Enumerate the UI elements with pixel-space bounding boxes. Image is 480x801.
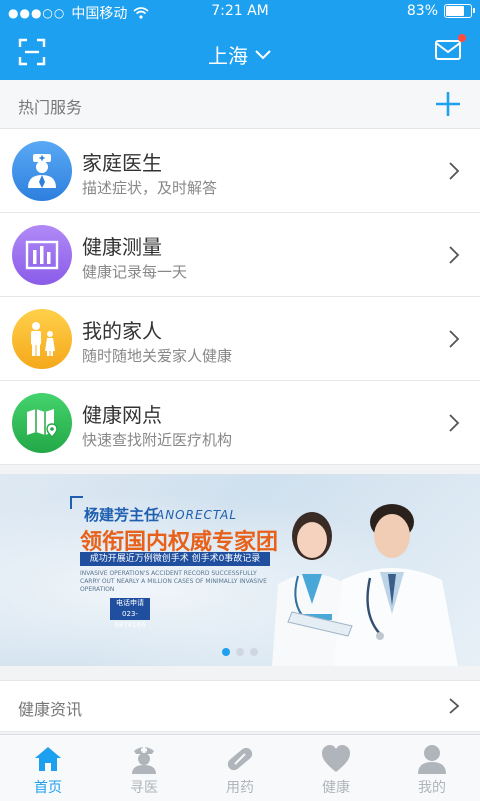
tab-medication[interactable]: 用药	[192, 735, 288, 801]
service-name: 健康网点	[82, 403, 162, 427]
hot-services-title: 热门服务	[18, 98, 83, 117]
chevron-right-icon	[449, 414, 460, 432]
tab-label: 健康	[322, 780, 350, 796]
hot-services-header: 热门服务	[0, 80, 480, 129]
banner-phone-label: 电话申请	[116, 599, 144, 607]
banner-stripe: 成功开展近万例微创手术 创手术0事故记录	[80, 552, 270, 566]
service-name: 我的家人	[82, 319, 162, 343]
doctor-icon	[12, 141, 72, 201]
service-desc: 健康记录每一天	[82, 263, 188, 281]
banner-pager	[222, 648, 258, 656]
banner-phone-number: 023-6878166	[114, 610, 146, 629]
plus-icon[interactable]	[434, 90, 462, 118]
pager-dot[interactable]	[250, 648, 258, 656]
promo-banner[interactable]: 杨建芳主任 ANORECTAL 领衔国内权威专家团 成功开展近万例微创手术 创手…	[0, 474, 480, 666]
service-desc: 描述症状，及时解答	[82, 179, 218, 197]
pager-dot[interactable]	[222, 648, 230, 656]
service-name: 家庭医生	[82, 151, 162, 175]
service-item-family-doctor[interactable]: 家庭医生 描述症状，及时解答	[0, 129, 480, 213]
chevron-right-icon	[449, 698, 460, 714]
battery-group: 83%	[406, 3, 475, 19]
tab-mine[interactable]: 我的	[384, 735, 480, 801]
nav-bar: 上海	[0, 28, 480, 76]
pager-dot[interactable]	[236, 648, 244, 656]
tab-label: 我的	[418, 780, 446, 796]
doctors-illustration	[272, 504, 458, 666]
mail-icon	[435, 40, 461, 60]
pill-icon	[227, 747, 253, 771]
chevron-right-icon	[449, 246, 460, 264]
service-item-health-outlets[interactable]: 健康网点 快速查找附近医疗机构	[0, 381, 480, 465]
battery-percent: 83%	[406, 3, 438, 19]
health-news-row[interactable]: 健康资讯	[0, 680, 480, 732]
tab-health[interactable]: 健康	[288, 735, 384, 801]
nurse-icon	[132, 747, 156, 774]
heart-icon	[322, 745, 350, 772]
banner-small-text: INVASIVE OPERATION'S ACCIDENT RECORD SUC…	[80, 570, 267, 593]
service-desc: 随时随地关爱家人健康	[82, 347, 233, 365]
chart-icon	[12, 225, 72, 285]
app-header: ●●●○○ 中国移动 7:21 AM 83% 上海	[0, 0, 480, 80]
family-icon	[12, 309, 72, 369]
city-selector[interactable]: 上海	[0, 40, 480, 69]
map-icon	[12, 393, 72, 453]
battery-icon	[444, 4, 475, 18]
user-icon	[418, 745, 446, 774]
tab-label: 寻医	[130, 780, 158, 796]
tab-home[interactable]: 首页	[0, 735, 96, 801]
banner-english-title: ANORECTAL	[156, 508, 238, 522]
banner-doctor-name: 杨建芳主任	[84, 506, 160, 524]
unread-badge	[458, 34, 466, 42]
tab-label: 首页	[34, 780, 62, 796]
chevron-down-icon	[255, 49, 271, 59]
service-desc: 快速查找附近医疗机构	[82, 431, 233, 449]
banner-phone: 电话申请 023-6878166	[110, 598, 150, 629]
tab-label: 用药	[226, 780, 254, 796]
status-bar: ●●●○○ 中国移动 7:21 AM 83%	[0, 0, 480, 24]
city-name: 上海	[208, 44, 248, 68]
tab-find-doctor[interactable]: 寻医	[96, 735, 192, 801]
home-icon	[35, 747, 61, 771]
messages-button[interactable]	[434, 34, 466, 62]
banner-corner-mark	[70, 496, 83, 509]
health-news-title: 健康资讯	[18, 700, 83, 719]
service-item-my-family[interactable]: 我的家人 随时随地关爱家人健康	[0, 297, 480, 381]
tab-bar: 首页 寻医 用药 健康 我的	[0, 734, 480, 801]
battery-fill	[446, 6, 464, 16]
chevron-right-icon	[449, 162, 460, 180]
chevron-right-icon	[449, 330, 460, 348]
service-name: 健康测量	[82, 235, 162, 259]
service-item-health-measure[interactable]: 健康测量 健康记录每一天	[0, 213, 480, 297]
